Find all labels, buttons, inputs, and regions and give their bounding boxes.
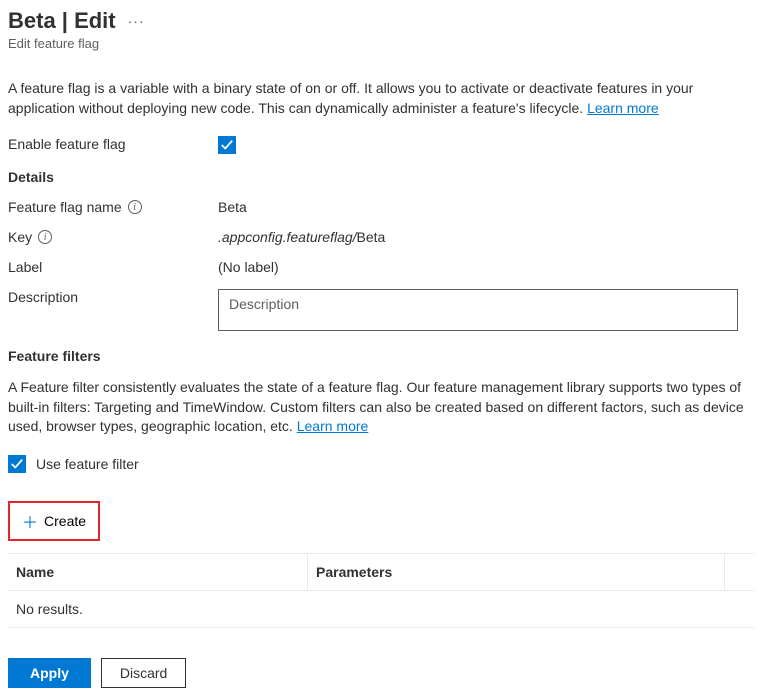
col-actions (725, 554, 755, 590)
learn-more-link[interactable]: Learn more (587, 100, 659, 116)
enable-checkbox[interactable] (218, 136, 236, 154)
description-input[interactable] (218, 289, 738, 331)
filters-table: Name Parameters No results. (8, 553, 755, 628)
key-value: .appconfig.featureflag/Beta (218, 229, 755, 245)
key-prefix: .appconfig.featureflag/ (218, 229, 357, 245)
page-subtitle: Edit feature flag (8, 36, 755, 51)
use-filter-label: Use feature filter (36, 456, 139, 472)
name-value: Beta (218, 199, 755, 215)
filters-text: A Feature filter consistently evaluates … (8, 379, 744, 434)
col-name[interactable]: Name (8, 554, 308, 590)
check-icon (10, 457, 24, 471)
label-label: Label (8, 259, 218, 275)
info-icon[interactable]: i (128, 200, 142, 214)
enable-label: Enable feature flag (8, 136, 218, 152)
create-button[interactable]: ＋ Create (8, 501, 100, 541)
name-label: Feature flag name (8, 199, 122, 215)
more-icon[interactable]: ··· (128, 13, 145, 29)
page-title: Beta | Edit (8, 8, 116, 34)
intro-paragraph: A feature flag is a variable with a bina… (8, 79, 755, 118)
learn-more-link[interactable]: Learn more (297, 418, 369, 434)
use-filter-checkbox[interactable] (8, 455, 26, 473)
col-params[interactable]: Parameters (308, 554, 725, 590)
filters-paragraph: A Feature filter consistently evaluates … (8, 378, 755, 437)
filters-heading: Feature filters (8, 348, 755, 364)
description-label: Description (8, 289, 218, 305)
info-icon[interactable]: i (38, 230, 52, 244)
table-empty: No results. (8, 591, 755, 627)
details-heading: Details (8, 169, 755, 185)
create-label: Create (44, 513, 86, 529)
label-value: (No label) (218, 259, 755, 275)
key-label: Key (8, 229, 32, 245)
plus-icon: ＋ (22, 509, 38, 533)
check-icon (220, 138, 234, 152)
table-header: Name Parameters (8, 554, 755, 591)
key-name: Beta (357, 229, 386, 245)
